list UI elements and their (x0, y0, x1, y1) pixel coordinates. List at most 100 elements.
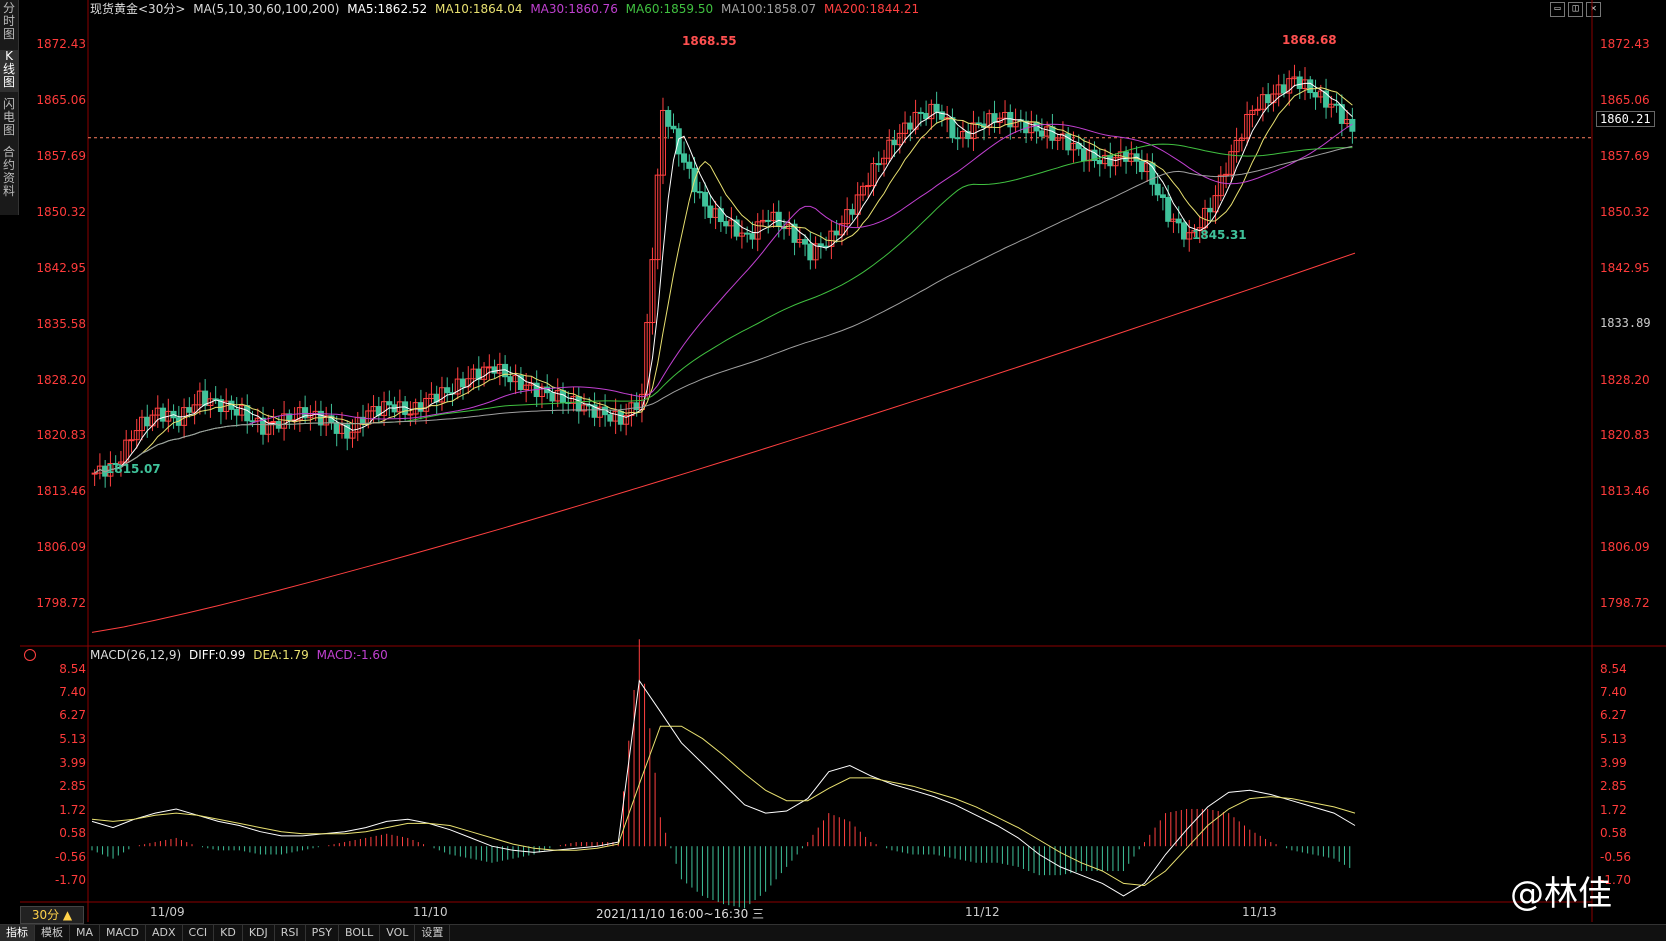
candle-body (933, 103, 940, 113)
candle-body (865, 185, 872, 188)
candle-body (460, 378, 467, 388)
date-label-1109: 11/09 (150, 905, 185, 919)
indicator-tab-MACD[interactable]: MACD (100, 925, 146, 941)
macd-tick-right: 6.27 (1600, 708, 1627, 723)
candle-body (1138, 160, 1145, 173)
candle-body (186, 407, 193, 413)
period-selector[interactable]: 30分 ▲ (20, 906, 84, 924)
candle-body (723, 221, 730, 227)
price-tick-left: 1828.20 (36, 372, 86, 387)
candle-body (802, 239, 809, 245)
candle-body (681, 153, 688, 163)
indicator-tab-模板[interactable]: 模板 (35, 925, 70, 941)
candle-body (617, 410, 624, 425)
price-tick-right: 1828.20 (1600, 372, 1650, 387)
high-annotation-2: 1868.68 (1282, 33, 1337, 47)
macd-tick-right: 3.99 (1600, 755, 1627, 770)
price-tick-left: 1850.32 (36, 204, 86, 219)
indicator-tab-KDJ[interactable]: KDJ (243, 925, 275, 941)
indicator-tab-MA[interactable]: MA (70, 925, 101, 941)
candle-body (559, 390, 566, 403)
candle-body (1280, 84, 1287, 94)
candle-body (686, 161, 693, 169)
cursor-price-box: 1833.89 (1596, 315, 1655, 331)
candle-body (1296, 76, 1303, 90)
date-label-1113: 11/13 (1242, 905, 1277, 919)
macd-tick-left: 1.72 (59, 802, 86, 817)
macd-params[interactable]: MACD(26,12,9) (90, 648, 181, 662)
macd-tick-left: 3.99 (59, 755, 86, 770)
ma30-line (94, 123, 1353, 474)
current-price-box: 1860.21 (1596, 111, 1655, 127)
watermark: @林佳 (1510, 874, 1612, 914)
indicator-tab-设置[interactable]: 设置 (415, 925, 451, 941)
candle-body (1159, 194, 1166, 198)
candle-body (549, 392, 556, 402)
candle-body (696, 191, 703, 194)
macd-tick-left: 2.85 (59, 779, 86, 794)
candle-body (702, 191, 709, 207)
price-tick-left: 1842.95 (36, 260, 86, 275)
date-label-1112: 11/12 (965, 905, 1000, 919)
indicator-tab-指标[interactable]: 指标 (0, 925, 35, 941)
price-tick-right: 1813.46 (1600, 484, 1650, 499)
macd-tick-right: 0.58 (1600, 826, 1627, 841)
macd-settings-icon[interactable] (24, 649, 36, 661)
macd-tick-right: 7.40 (1600, 685, 1627, 700)
candle-body (128, 439, 135, 442)
indicator-tab-BOLL[interactable]: BOLL (339, 925, 381, 941)
indicator-tab-RSI[interactable]: RSI (275, 925, 306, 941)
indicator-tab-bar: 指标 模板 MA MACD ADX CCI KD KDJ RSI PSY BOLL VOL 设置 (0, 924, 1666, 941)
price-tick-left: 1806.09 (36, 540, 86, 555)
indicator-tab-ADX[interactable]: ADX (146, 925, 183, 941)
price-tick-right: 1842.95 (1600, 260, 1650, 275)
candle-body (1180, 222, 1187, 240)
cursor-time-label: 2021/11/10 16:00~16:30 三 (596, 907, 765, 921)
macd-tick-left: 7.40 (59, 685, 86, 700)
macd-value: MACD:-1.60 (316, 648, 388, 662)
price-tick-right: 1798.72 (1600, 596, 1650, 611)
candle-body (954, 137, 961, 140)
macd-tick-right: 8.54 (1600, 661, 1627, 676)
price-tick-right: 1806.09 (1600, 540, 1650, 555)
macd-tick-left: 8.54 (59, 661, 86, 676)
candle-body (633, 402, 640, 410)
candle-body (907, 122, 914, 130)
candle-body (507, 376, 514, 383)
ma5-line (94, 82, 1353, 474)
price-tick-left: 1857.69 (36, 148, 86, 163)
candle-body (891, 139, 898, 146)
macd-dea: DEA:1.79 (253, 648, 309, 662)
macd-tick-right: 1.72 (1600, 802, 1627, 817)
macd-tick-left: 5.13 (59, 732, 86, 747)
low-annotation-1: 1815.07 (106, 462, 161, 476)
candle-body (1333, 103, 1340, 106)
macd-tick-left: 0.58 (59, 826, 86, 841)
price-tick-left: 1872.43 (36, 37, 86, 52)
candle-body (1312, 92, 1319, 98)
candle-body (244, 405, 251, 422)
candle-body (744, 232, 751, 235)
candle-body (386, 401, 393, 406)
candle-body (160, 407, 167, 422)
kline-chart[interactable] (0, 0, 1666, 940)
macd-diff: DIFF:0.99 (188, 648, 246, 662)
price-tick-right: 1857.69 (1600, 148, 1650, 163)
price-tick-left: 1820.83 (36, 428, 86, 443)
candle-body (670, 125, 677, 130)
macd-legend: MACD(26,12,9) DIFF:0.99 DEA:1.79 MACD:-1… (90, 648, 392, 662)
price-tick-right: 1872.43 (1600, 37, 1650, 52)
candle-body (444, 387, 451, 394)
candle-body (1265, 94, 1272, 104)
candle-body (775, 211, 782, 227)
candle-body (1096, 159, 1103, 165)
candle-body (607, 414, 614, 422)
indicator-tab-KD[interactable]: KD (214, 925, 243, 941)
candle-body (1307, 79, 1314, 94)
indicator-tab-VOL[interactable]: VOL (380, 925, 416, 941)
candle-body (1049, 126, 1056, 141)
price-tick-left: 1813.46 (36, 484, 86, 499)
indicator-tab-CCI[interactable]: CCI (183, 925, 215, 941)
candle-body (486, 366, 493, 369)
indicator-tab-PSY[interactable]: PSY (306, 925, 339, 941)
